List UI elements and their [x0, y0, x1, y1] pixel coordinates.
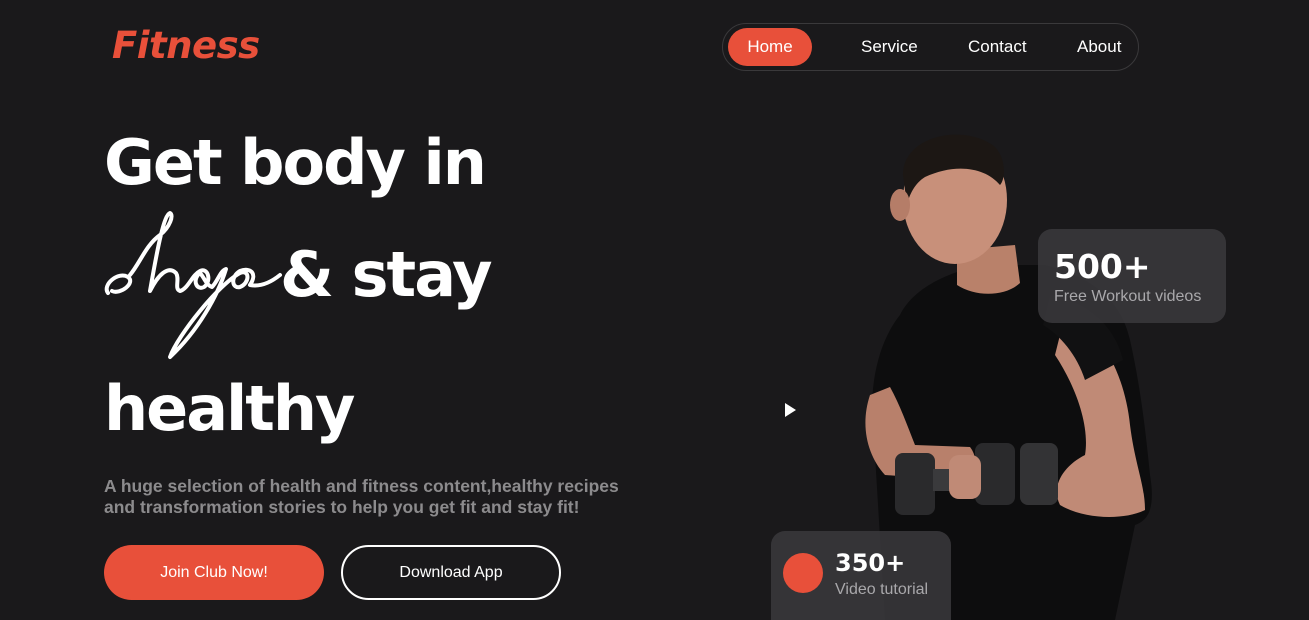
record-dot-icon	[783, 553, 823, 593]
headline-line-2: & stay	[280, 238, 493, 311]
nav-item-home[interactable]: Home	[728, 28, 812, 66]
headline-line-1: Get body in	[104, 126, 487, 199]
headline-script-word: shape	[104, 211, 282, 359]
stat-workouts-label: Free Workout videos	[1054, 288, 1202, 305]
stat-tutorials-label: Video tutorial	[835, 581, 929, 598]
nav-item-about[interactable]: About	[1077, 28, 1121, 66]
stat-card-workouts: 500+ Free Workout videos	[1038, 229, 1226, 323]
stat-workouts-value: 500+	[1054, 247, 1151, 286]
stat-tutorials-value: 350+	[835, 549, 906, 577]
play-icon[interactable]	[781, 401, 799, 419]
hero-description: A huge selection of health and fitness c…	[104, 476, 619, 517]
stat-card-tutorials: 350+ Video tutorial	[771, 531, 951, 620]
headline-line-3: healthy	[104, 372, 355, 445]
join-club-button[interactable]: Join Club Now!	[104, 545, 324, 600]
main-nav: Home Service Contact About	[722, 23, 1139, 71]
nav-item-contact[interactable]: Contact	[968, 28, 1027, 66]
landing-page: Fitness Home Service Contact About Get b…	[0, 0, 1309, 620]
nav-item-service[interactable]: Service	[861, 28, 918, 66]
download-app-button[interactable]: Download App	[341, 545, 561, 600]
brand-logo[interactable]: Fitness	[112, 24, 260, 67]
